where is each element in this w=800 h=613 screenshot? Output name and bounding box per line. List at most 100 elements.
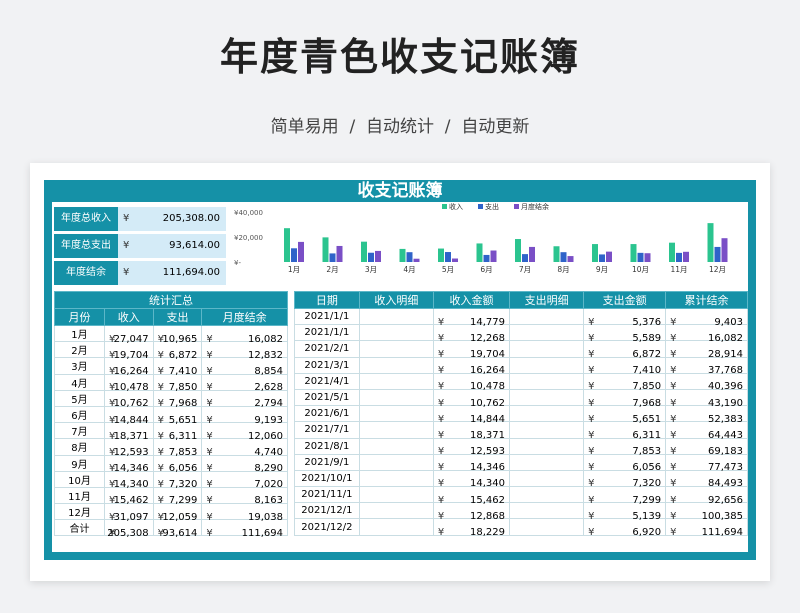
ledger-amount-cell[interactable]: ¥37,768 (665, 356, 748, 376)
ledger-date-cell[interactable]: 2021/12/1 (294, 502, 360, 520)
ledger-amount-cell[interactable]: ¥14,779 (432, 307, 511, 328)
summary-value-cell[interactable]: ¥ 205,308.00 (118, 207, 226, 231)
ledger-amount-cell[interactable]: ¥7,299 (583, 486, 667, 506)
ledger-amount-cell[interactable]: ¥7,320 (583, 469, 667, 489)
income-detail-cell[interactable] (358, 388, 434, 407)
ledger-amount-cell[interactable]: ¥16,264 (432, 356, 511, 376)
expense-detail-cell[interactable] (509, 340, 585, 358)
ledger-amount-cell[interactable]: ¥111,694 (665, 518, 748, 538)
expense-detail-cell[interactable] (509, 437, 585, 455)
ledger-date-cell[interactable]: 2021/7/1 (294, 421, 360, 439)
ledger-date-cell[interactable]: 2021/12/2 (294, 518, 360, 536)
stats-amount-cell[interactable]: ¥14,844 (103, 405, 154, 426)
stats-amount-cell[interactable]: ¥12,060 (201, 422, 288, 442)
stats-amount-cell[interactable]: ¥7,320 (152, 470, 203, 490)
stats-amount-cell[interactable]: ¥8,290 (201, 454, 288, 474)
ledger-amount-cell[interactable]: ¥14,844 (432, 405, 511, 425)
ledger-amount-cell[interactable]: ¥5,376 (583, 307, 667, 328)
stats-amount-cell[interactable]: ¥2,794 (201, 389, 288, 409)
stats-amount-cell[interactable]: ¥16,082 (201, 324, 288, 345)
ledger-amount-cell[interactable]: ¥7,968 (583, 388, 667, 409)
stats-month-cell[interactable]: 10月 (54, 470, 105, 488)
ledger-amount-cell[interactable]: ¥40,396 (665, 372, 748, 392)
stats-amount-cell[interactable]: ¥12,832 (201, 341, 288, 361)
ledger-amount-cell[interactable]: ¥5,651 (583, 405, 667, 425)
expense-detail-cell[interactable] (509, 453, 585, 471)
income-detail-cell[interactable] (358, 405, 434, 423)
expense-detail-cell[interactable] (509, 388, 585, 407)
ledger-amount-cell[interactable]: ¥28,914 (665, 340, 748, 360)
stats-amount-cell[interactable]: ¥7,968 (152, 389, 203, 409)
stats-amount-cell[interactable]: ¥18,371 (103, 422, 154, 442)
expense-detail-cell[interactable] (509, 486, 585, 504)
ledger-date-cell[interactable]: 2021/4/1 (294, 372, 360, 390)
expense-detail-cell[interactable] (509, 372, 585, 390)
expense-detail-cell[interactable] (509, 324, 585, 342)
stats-amount-cell[interactable]: ¥7,020 (201, 470, 288, 490)
stats-amount-cell[interactable]: ¥27,047 (103, 324, 154, 345)
stats-amount-cell[interactable]: ¥10,965 (152, 324, 203, 345)
income-detail-cell[interactable] (358, 372, 434, 390)
ledger-date-cell[interactable]: 2021/2/1 (294, 340, 360, 358)
ledger-date-cell[interactable]: 2021/1/1 (294, 307, 360, 326)
stats-month-cell[interactable]: 7月 (54, 422, 105, 440)
ledger-date-cell[interactable]: 2021/8/1 (294, 437, 360, 455)
ledger-amount-cell[interactable]: ¥12,268 (432, 324, 511, 344)
ledger-amount-cell[interactable]: ¥18,371 (432, 421, 511, 441)
stats-amount-cell[interactable]: ¥93,614 (152, 519, 203, 539)
ledger-amount-cell[interactable]: ¥12,593 (432, 437, 511, 457)
ledger-amount-cell[interactable]: ¥6,872 (583, 340, 667, 360)
stats-amount-cell[interactable]: ¥6,872 (152, 341, 203, 361)
expense-detail-cell[interactable] (509, 421, 585, 439)
stats-month-cell[interactable]: 1月 (54, 324, 105, 343)
ledger-amount-cell[interactable]: ¥5,139 (583, 502, 667, 522)
stats-amount-cell[interactable]: ¥14,346 (103, 454, 154, 474)
stats-amount-cell[interactable]: ¥14,340 (103, 470, 154, 490)
ledger-amount-cell[interactable]: ¥5,589 (583, 324, 667, 344)
ledger-date-cell[interactable]: 2021/1/1 (294, 324, 360, 342)
stats-amount-cell[interactable]: ¥12,059 (152, 503, 203, 523)
stats-amount-cell[interactable]: ¥9,193 (201, 405, 288, 426)
stats-amount-cell[interactable]: ¥2,628 (201, 373, 288, 393)
stats-amount-cell[interactable]: ¥205,308 (103, 519, 154, 539)
summary-value-cell[interactable]: ¥ 93,614.00 (118, 234, 226, 258)
stats-amount-cell[interactable]: ¥15,462 (103, 486, 154, 506)
ledger-amount-cell[interactable]: ¥9,403 (665, 307, 748, 328)
stats-month-cell[interactable]: 6月 (54, 405, 105, 424)
stats-month-cell[interactable]: 4月 (54, 373, 105, 391)
ledger-amount-cell[interactable]: ¥64,443 (665, 421, 748, 441)
ledger-amount-cell[interactable]: ¥16,082 (665, 324, 748, 344)
stats-amount-cell[interactable]: ¥10,478 (103, 373, 154, 393)
income-detail-cell[interactable] (358, 453, 434, 471)
stats-amount-cell[interactable]: ¥6,311 (152, 422, 203, 442)
stats-month-cell[interactable]: 12月 (54, 503, 105, 521)
stats-amount-cell[interactable]: ¥7,853 (152, 438, 203, 458)
income-detail-cell[interactable] (358, 324, 434, 342)
expense-detail-cell[interactable] (509, 405, 585, 423)
ledger-amount-cell[interactable]: ¥6,056 (583, 453, 667, 473)
stats-amount-cell[interactable]: ¥16,264 (103, 357, 154, 377)
income-detail-cell[interactable] (358, 437, 434, 455)
income-detail-cell[interactable] (358, 502, 434, 520)
ledger-amount-cell[interactable]: ¥10,762 (432, 388, 511, 409)
income-detail-cell[interactable] (358, 469, 434, 488)
stats-amount-cell[interactable]: ¥8,163 (201, 486, 288, 506)
ledger-amount-cell[interactable]: ¥69,183 (665, 437, 748, 457)
income-detail-cell[interactable] (358, 340, 434, 358)
ledger-amount-cell[interactable]: ¥6,311 (583, 421, 667, 441)
ledger-amount-cell[interactable]: ¥12,868 (432, 502, 511, 522)
ledger-amount-cell[interactable]: ¥15,462 (432, 486, 511, 506)
stats-month-cell[interactable]: 2月 (54, 341, 105, 359)
ledger-amount-cell[interactable]: ¥7,850 (583, 372, 667, 392)
stats-amount-cell[interactable]: ¥12,593 (103, 438, 154, 458)
stats-month-cell[interactable]: 5月 (54, 389, 105, 407)
expense-detail-cell[interactable] (509, 307, 585, 326)
ledger-amount-cell[interactable]: ¥10,478 (432, 372, 511, 392)
ledger-amount-cell[interactable]: ¥6,920 (583, 518, 667, 538)
stats-amount-cell[interactable]: ¥4,740 (201, 438, 288, 458)
stats-month-cell[interactable]: 合计 (54, 519, 105, 537)
stats-amount-cell[interactable]: ¥19,038 (201, 503, 288, 523)
expense-detail-cell[interactable] (509, 469, 585, 488)
ledger-date-cell[interactable]: 2021/3/1 (294, 356, 360, 374)
expense-detail-cell[interactable] (509, 502, 585, 520)
